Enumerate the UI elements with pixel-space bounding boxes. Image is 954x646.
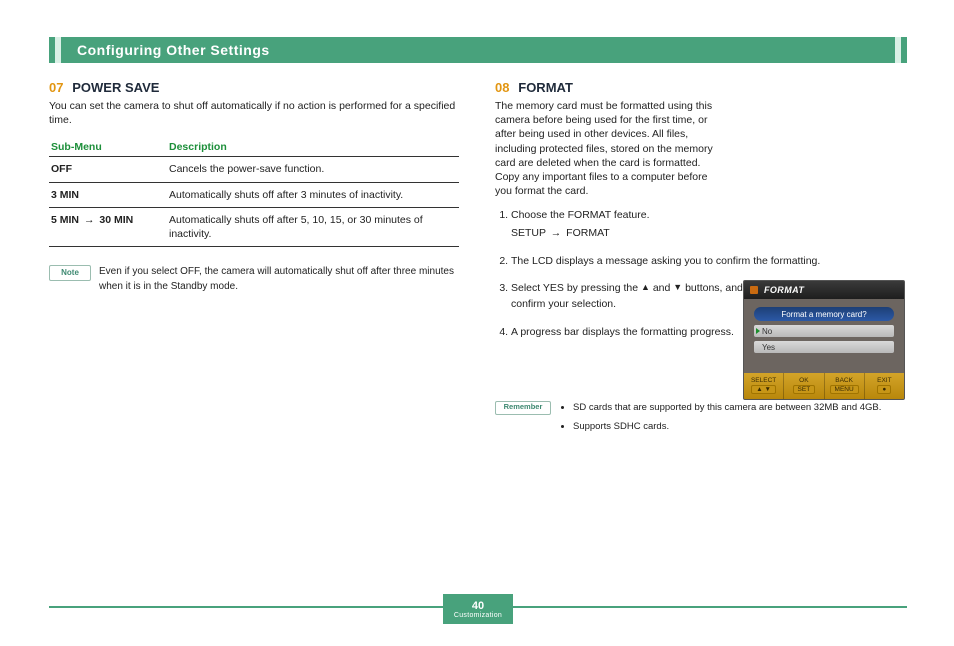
camera-thumb-foot-exit: EXIT ● [865, 373, 904, 399]
left-intro: You can set the camera to shut off autom… [49, 99, 459, 127]
row1-desc: Automatically shuts off after 3 minutes … [167, 182, 459, 207]
foot3-label: EXIT [877, 378, 891, 385]
foot2-key: MENU [830, 385, 859, 394]
row2-key-a: 5 MIN [51, 214, 79, 226]
camera-thumb-foot-back: BACK MENU [825, 373, 865, 399]
table-row: OFF Cancels the power-save function. [49, 157, 459, 182]
remember-item-0: SD cards that are supported by this came… [573, 401, 881, 415]
remember-block: Remember SD cards that are supported by … [495, 401, 905, 441]
row0-key: OFF [49, 157, 167, 182]
left-section-number: 07 [49, 80, 63, 95]
remember-list: SD cards that are supported by this came… [559, 401, 881, 441]
triangle-down-icon: ▼ [673, 282, 682, 292]
note-chip: Note [49, 265, 91, 281]
camera-thumb-title: FORMAT [764, 285, 804, 295]
camera-thumb-option-no: No [754, 325, 894, 337]
row2-key: 5 MIN → 30 MIN [49, 207, 167, 246]
step1-text: Choose the FORMAT feature. [511, 209, 650, 221]
format-icon [750, 286, 758, 294]
remember-chip: Remember [495, 401, 551, 415]
right-section-title: FORMAT [518, 80, 573, 95]
camera-thumb-footer: SELECT ▲ ▼ OK SET BACK MENU EXIT ● [744, 373, 904, 399]
row1-key: 3 MIN [49, 182, 167, 207]
step1-sub-a: SETUP [511, 227, 549, 239]
table-row: 3 MIN Automatically shuts off after 3 mi… [49, 182, 459, 207]
page-chip: 40 Customization [443, 594, 513, 624]
table-row: 5 MIN → 30 MIN Automatically shuts off a… [49, 207, 459, 246]
right-intro: The memory card must be formatted using … [495, 99, 725, 198]
note-block: Note Even if you select OFF, the camera … [49, 265, 459, 294]
row0-desc: Cancels the power-save function. [167, 157, 459, 182]
header-accent-right [895, 37, 901, 63]
section-header: Configuring Other Settings [49, 37, 907, 63]
foot2-label: BACK [835, 378, 853, 385]
step3-mid: and [653, 282, 673, 294]
step1-sub-b: FORMAT [566, 227, 610, 239]
step-1: Choose the FORMAT feature. SETUP → FORMA… [511, 208, 905, 242]
foot0-label: SELECT [751, 378, 776, 385]
arrow-icon: → [551, 227, 562, 239]
right-section-title-block: 08 FORMAT [495, 80, 905, 95]
page-label: Customization [454, 612, 502, 619]
step-2: The LCD displays a message asking you to… [511, 254, 905, 270]
camera-thumb-question: Format a memory card? [754, 307, 894, 321]
row2-key-b: 30 MIN [99, 214, 133, 226]
foot0-key: ▲ ▼ [751, 385, 776, 394]
row2-desc: Automatically shuts off after 5, 10, 15,… [167, 207, 459, 246]
left-column: 07 POWER SAVE You can set the camera to … [49, 80, 459, 440]
triangle-up-icon: ▲ [641, 282, 650, 292]
camera-screenshot: FORMAT Format a memory card? No Yes SELE… [743, 280, 905, 400]
arrow-icon: → [84, 214, 95, 226]
remember-item-1: Supports SDHC cards. [573, 420, 881, 434]
th-submenu: Sub-Menu [49, 137, 167, 157]
page-title: Configuring Other Settings [49, 42, 270, 58]
left-section-title: POWER SAVE [72, 80, 159, 95]
note-body: Even if you select OFF, the camera will … [99, 265, 459, 294]
camera-thumb-header: FORMAT [744, 281, 904, 299]
left-section-title-block: 07 POWER SAVE [49, 80, 459, 95]
foot1-key: SET [793, 385, 816, 394]
camera-thumb-foot-ok: OK SET [784, 373, 824, 399]
foot3-key: ● [877, 385, 891, 394]
step1-sub: SETUP → FORMAT [511, 226, 905, 242]
header-accent-left [55, 37, 61, 63]
page-body: 07 POWER SAVE You can set the camera to … [49, 80, 907, 440]
th-desc: Description [167, 137, 459, 157]
page-number: 40 [472, 600, 484, 612]
power-save-table: Sub-Menu Description OFF Cancels the pow… [49, 137, 459, 247]
step3-pre: Select YES by pressing the [511, 282, 641, 294]
camera-thumb-option-yes: Yes [754, 341, 894, 353]
right-column: 08 FORMAT The memory card must be format… [495, 80, 905, 440]
camera-thumb-foot-select: SELECT ▲ ▼ [744, 373, 784, 399]
right-section-number: 08 [495, 80, 509, 95]
footer: 40 Customization [49, 594, 907, 624]
foot1-label: OK [799, 378, 808, 385]
